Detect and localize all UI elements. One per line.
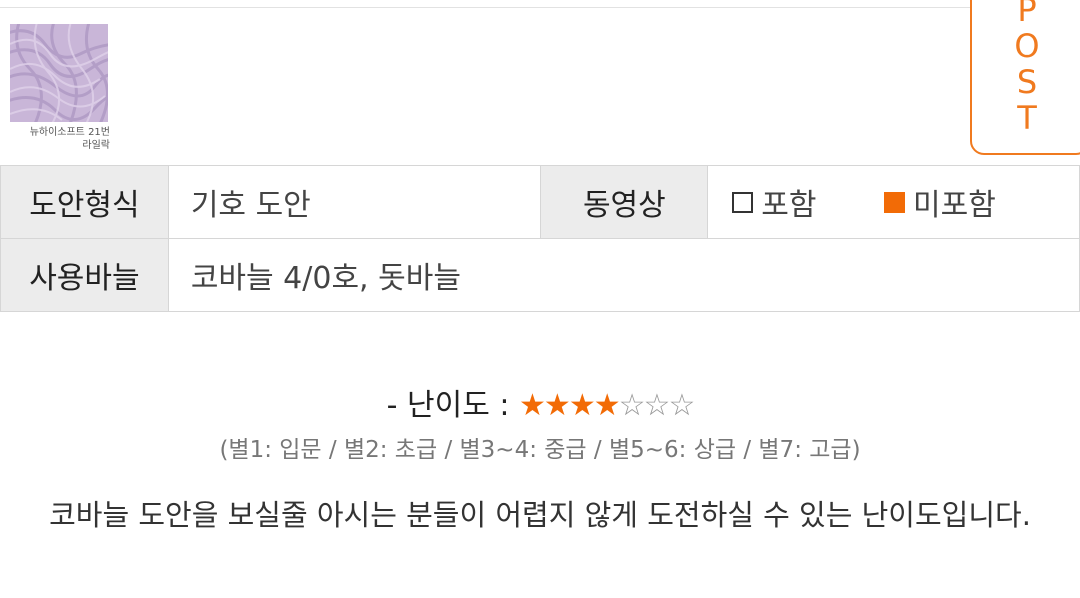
star-filled-icon: ★ — [543, 388, 571, 423]
pattern-info-table: 도안형식 기호 도안 동영상 포함 미포함 사용바늘 코바늘 4/0호, 돗바늘 — [0, 165, 1080, 312]
checkbox-empty-icon — [732, 191, 754, 213]
needle-value: 코바늘 4/0호, 돗바늘 — [167, 238, 1080, 312]
video-option-label: 미포함 — [913, 188, 996, 223]
star-empty-icon: ☆ — [618, 388, 646, 423]
post-letter: P — [1017, 0, 1037, 29]
yarn-name: 뉴하이소프트 21번 — [29, 127, 110, 138]
post-letter: O — [1014, 27, 1040, 65]
video-options-cell: 포함 미포함 — [707, 165, 1080, 239]
video-option-label: 포함 — [761, 188, 817, 223]
star-filled-icon: ★ — [519, 388, 546, 423]
post-tab-label[interactable]: P O S T — [1004, 0, 1050, 136]
star-empty-icon: ☆ — [668, 388, 695, 423]
difficulty-label: - 난이도 : — [386, 388, 510, 423]
video-option-not-included[interactable]: 미포함 — [884, 180, 996, 224]
video-option-included[interactable]: 포함 — [732, 180, 816, 224]
difficulty-line: - 난이도 : ★★★★☆☆☆ — [0, 380, 1080, 424]
yarn-caption: 뉴하이소프트 21번 라일락 — [10, 126, 110, 152]
star-filled-icon: ★ — [568, 388, 596, 423]
pattern-type-header: 도안형식 — [0, 165, 169, 239]
difficulty-description: 코바늘 도안을 보실줄 아시는 분들이 어렵지 않게 도전하실 수 있는 난이도… — [49, 498, 1031, 532]
star-empty-icon: ☆ — [643, 388, 671, 423]
pattern-type-value: 기호 도안 — [167, 165, 542, 239]
post-letter: S — [1016, 63, 1038, 101]
needle-header: 사용바늘 — [0, 238, 169, 312]
star-filled-icon: ★ — [593, 388, 621, 423]
video-header: 동영상 — [540, 165, 709, 239]
top-divider — [0, 7, 972, 8]
difficulty-star-rating: ★★★★☆☆☆ — [519, 388, 695, 423]
yarn-color-name: 라일락 — [82, 140, 110, 151]
post-letter: T — [1017, 99, 1037, 137]
yarn-swatch-image — [10, 24, 108, 122]
checkbox-filled-icon — [884, 191, 906, 213]
difficulty-legend: (별1: 입문 / 별2: 초급 / 별3~4: 중급 / 별5~6: 상급 /… — [219, 437, 861, 463]
